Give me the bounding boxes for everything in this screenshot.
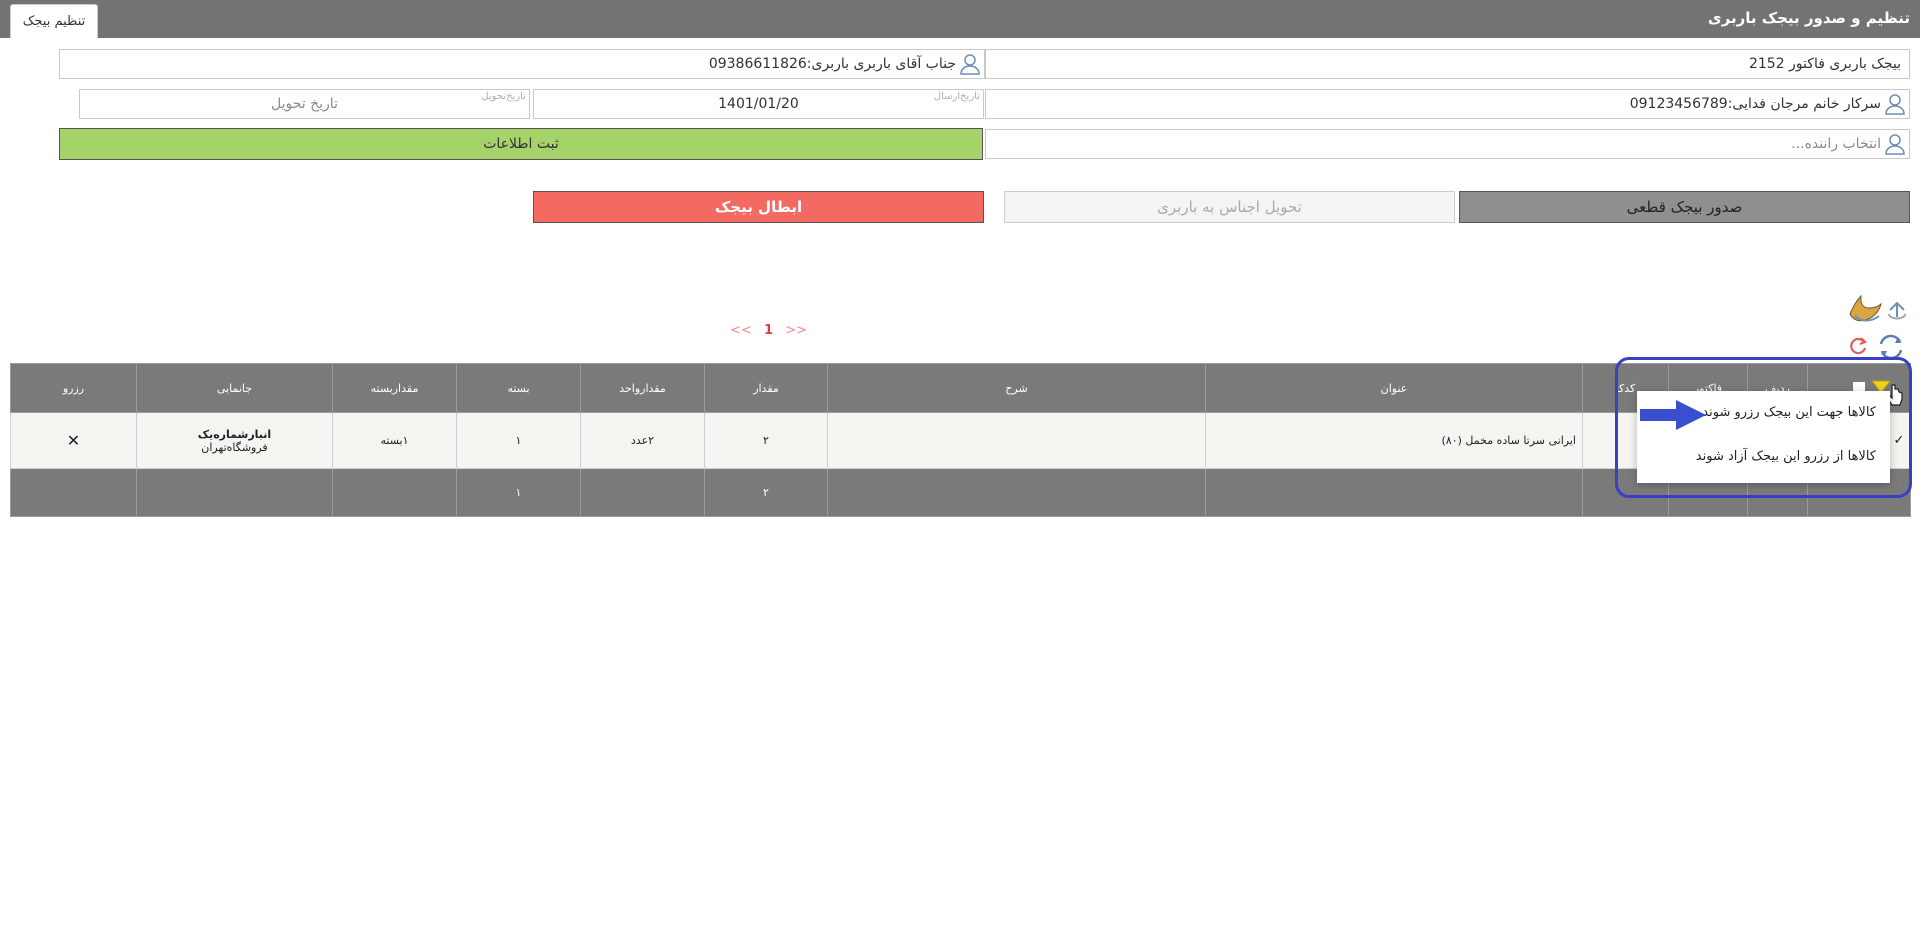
- send-date-field[interactable]: تاریخ‌ارسال 1401/01/20: [533, 89, 984, 119]
- menu-item-reserve[interactable]: کالاها جهت این بیجک رزرو شوند: [1702, 405, 1876, 420]
- row-desc: [827, 412, 1206, 469]
- deliver-to-carrier-button[interactable]: تحویل اجناس به باربری: [1004, 191, 1455, 223]
- header-location: جانمایی: [136, 363, 333, 413]
- customer-field[interactable]: سرکار خانم مرجان فدایی:09123456789: [985, 89, 1910, 119]
- total-empty: [10, 468, 137, 517]
- user-icon: [1885, 94, 1905, 115]
- location-warehouse: انبارشماره‌یک: [197, 427, 272, 441]
- user-icon: [960, 54, 980, 75]
- cancel-bijak-button[interactable]: ابطال بیجک: [533, 191, 984, 223]
- total-pack: ۱: [456, 468, 581, 517]
- row-pack-qty: ۱بسته: [332, 412, 457, 469]
- invoice-field[interactable]: بیجک باربری فاکتور 2152: [985, 49, 1910, 79]
- header-pack: بسته: [456, 363, 581, 413]
- header-pack-qty: مقداربسته: [332, 363, 457, 413]
- user-icon: [1885, 134, 1905, 155]
- delivery-date-field[interactable]: تاریخ‌تحویل تاریخ تحویل: [79, 89, 530, 119]
- menu-item-release[interactable]: کالاها از رزرو این بیجک آزاد شوند: [1696, 449, 1876, 464]
- total-empty: [827, 468, 1206, 517]
- total-empty: [332, 468, 457, 517]
- header-desc: شرح: [827, 363, 1206, 413]
- carrier-field[interactable]: جناب آقای باربری باربری:09386611826: [59, 49, 985, 79]
- location-store: فروشگاه‌تهران: [201, 440, 268, 454]
- close-icon[interactable]: ✕: [67, 431, 80, 450]
- pager-prev[interactable]: <<: [785, 323, 807, 338]
- customer-value: سرکار خانم مرجان فدایی:09123456789: [1629, 96, 1881, 112]
- driver-select[interactable]: انتخاب راننده...: [985, 129, 1910, 159]
- invoice-value: بیجک باربری فاکتور 2152: [1748, 56, 1901, 72]
- delivery-date-placeholder: تاریخ تحویل: [271, 96, 338, 112]
- carrier-value: جناب آقای باربری باربری:09386611826: [708, 56, 956, 72]
- header-reserve: رزرو: [10, 363, 137, 413]
- title-bar: تنظیم و صدور بیجک باربری تنظیم بیجک: [0, 0, 1920, 38]
- header-unit-qty: مقدارواحد: [580, 363, 705, 413]
- issue-final-button[interactable]: صدور بیجک قطعی: [1459, 191, 1910, 223]
- reset-icon[interactable]: [1849, 336, 1869, 356]
- row-unit-qty: ۲عدد: [580, 412, 705, 469]
- total-empty: [136, 468, 333, 517]
- row-pack: ۱: [456, 412, 581, 469]
- total-qty: ۲: [704, 468, 828, 517]
- pointer-arrow-icon: [1640, 400, 1706, 430]
- row-location: انبارشماره‌یک فروشگاه‌تهران: [136, 412, 333, 469]
- send-date-value: 1401/01/20: [718, 96, 799, 112]
- export-icon[interactable]: [1886, 300, 1908, 322]
- pager-current[interactable]: 1: [764, 323, 773, 338]
- pagination: << 1 >>: [727, 323, 807, 343]
- pager-next[interactable]: >>: [730, 323, 752, 338]
- row-reserve[interactable]: ✕: [10, 412, 137, 469]
- carrier-bird-icon[interactable]: [1847, 294, 1883, 326]
- header-title: عنوان: [1205, 363, 1583, 413]
- page-title: تنظیم و صدور بیجک باربری: [1707, 9, 1910, 27]
- driver-placeholder: انتخاب راننده...: [1791, 136, 1881, 152]
- row-qty: ۲: [704, 412, 828, 469]
- header-qty: مقدار: [704, 363, 828, 413]
- row-title: ایرانی سرتا ساده مخمل (۸۰): [1205, 412, 1583, 469]
- tab-bijak-settings[interactable]: تنظیم بیجک: [10, 4, 98, 38]
- total-empty: [580, 468, 705, 517]
- save-button[interactable]: ثبت اطلاعات: [59, 128, 983, 160]
- total-empty: [1205, 468, 1583, 517]
